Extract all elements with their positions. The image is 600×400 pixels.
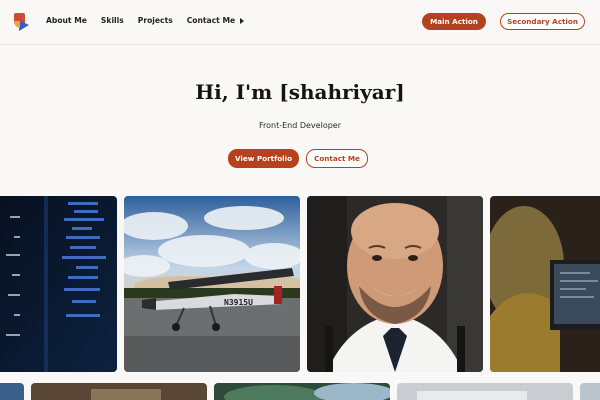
gallery-image-row2-3 — [214, 383, 390, 400]
nav-item-projects[interactable]: Projects — [138, 16, 173, 25]
caret-right-icon — [240, 17, 245, 24]
nav-item-contact[interactable]: Contact Me — [187, 16, 245, 25]
gallery-image-code-screen — [0, 196, 117, 372]
gallery-image-row2-5 — [580, 383, 600, 400]
gallery-image-portrait — [307, 196, 483, 372]
gallery-image-row2-2 — [31, 383, 207, 400]
hero-subtitle: Front-End Developer — [258, 121, 341, 130]
gallery-image-airplane: N3915U — [124, 196, 300, 372]
svg-text:N3915U: N3915U — [224, 298, 253, 307]
main-action-button[interactable]: Main Action — [422, 13, 486, 30]
gallery-image-row2-4 — [397, 383, 573, 400]
hero-cta-row: View Portfolio Contact Me — [0, 149, 600, 168]
gallery-image-laptop-worker — [490, 196, 600, 372]
logo-icon[interactable] — [12, 12, 30, 32]
top-navigation: About Me Skills Projects Contact Me Main… — [0, 0, 600, 44]
view-portfolio-button[interactable]: View Portfolio — [228, 149, 299, 168]
contact-me-button[interactable]: Contact Me — [306, 149, 368, 168]
hero-title: Hi, I'm [shahriyar] — [195, 80, 405, 104]
nav-item-about[interactable]: About Me — [46, 16, 87, 25]
nav-item-skills[interactable]: Skills — [101, 16, 124, 25]
gallery-image-row2-1 — [0, 383, 24, 400]
secondary-action-button[interactable]: Secondary Action — [500, 13, 585, 30]
nav-links: About Me Skills Projects Contact Me — [46, 16, 245, 25]
nav-divider — [0, 44, 600, 45]
